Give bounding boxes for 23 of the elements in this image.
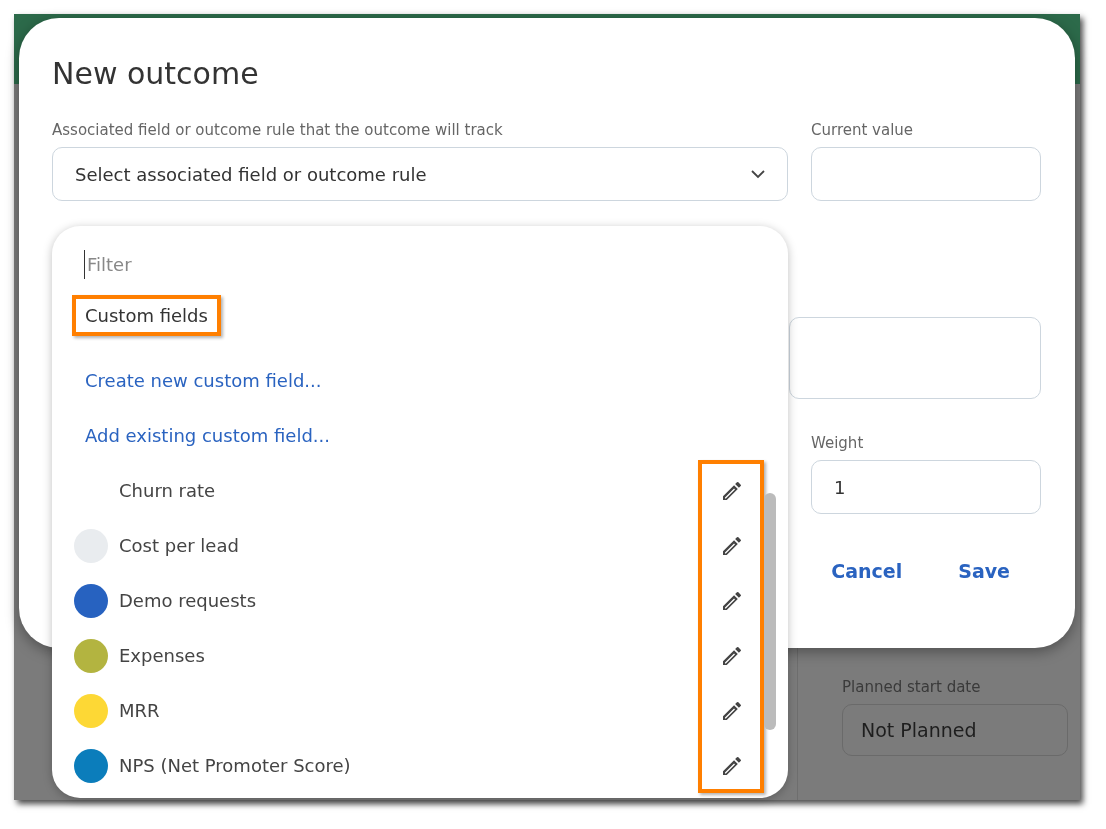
list-item[interactable]: NPS (Net Promoter Score) — [52, 738, 788, 793]
list-item[interactable]: MRR — [52, 683, 788, 738]
section-heading: Custom fields — [72, 295, 221, 336]
field-label: Weight — [811, 434, 865, 454]
menu-link[interactable]: Create new custom field... — [85, 353, 322, 408]
input-field[interactable]: 1 — [811, 460, 1041, 514]
field-label: Planned start date — [842, 678, 982, 696]
menu-link[interactable]: Add existing custom field... — [85, 408, 330, 463]
input-field[interactable] — [811, 147, 1041, 201]
save-button[interactable]: Save — [946, 554, 1022, 588]
chevron-down-icon — [751, 169, 765, 179]
cancel-button[interactable]: Cancel — [819, 554, 915, 588]
scrollbar[interactable] — [764, 493, 776, 730]
input-field[interactable] — [789, 317, 1041, 399]
list-item[interactable]: Churn rate — [52, 463, 788, 518]
list-item[interactable]: Expenses — [52, 628, 788, 683]
list-item[interactable]: Demo requests — [52, 573, 788, 628]
list-item[interactable]: Cost per lead — [52, 518, 788, 573]
date-field[interactable]: Not Planned — [842, 704, 1068, 756]
field-label: Current value — [811, 121, 915, 141]
dialog-title: New outcome — [52, 56, 260, 91]
select-field[interactable]: Select associated field or outcome rule — [52, 147, 788, 201]
field-label: Associated field or outcome rule that the outcome will track — [52, 121, 504, 141]
